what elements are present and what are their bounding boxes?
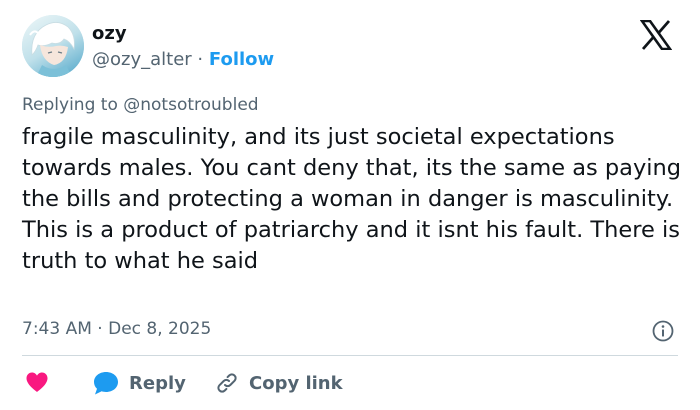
handle-line: @ozy_alter · Follow <box>92 48 274 72</box>
copy-link-button[interactable]: Copy link <box>215 368 343 398</box>
x-logo-icon[interactable] <box>640 20 672 50</box>
reply-bubble-icon <box>94 372 118 395</box>
handle-separator: · <box>197 49 204 70</box>
tweet-card: ozy @ozy_alter · Follow Replying to @not… <box>0 0 700 410</box>
timestamp[interactable]: 7:43 AM · Dec 8, 2025 <box>22 318 211 340</box>
tweet-time[interactable]: 7:43 AM <box>22 319 92 339</box>
heart-icon[interactable] <box>25 371 49 393</box>
tweet-text: fragile masculinity, and its just societ… <box>22 124 682 274</box>
follow-button[interactable]: Follow <box>209 49 274 70</box>
user-handle[interactable]: @ozy_alter <box>92 49 192 70</box>
avatar[interactable] <box>22 15 84 77</box>
anime-avatar-image <box>22 15 84 77</box>
link-icon <box>217 373 237 393</box>
reply-button[interactable]: Reply <box>92 368 186 398</box>
reply-label: Reply <box>129 372 186 394</box>
divider <box>22 355 678 356</box>
timestamp-separator: · <box>97 319 103 339</box>
replying-to: Replying to @notsotroubled <box>22 94 259 116</box>
action-bar: Reply Copy link <box>0 366 700 400</box>
info-icon[interactable] <box>652 320 674 342</box>
replying-to-label: Replying to <box>22 95 124 115</box>
tweet-date[interactable]: Dec 8, 2025 <box>108 319 211 339</box>
copy-link-label: Copy link <box>249 372 343 394</box>
replying-to-handle[interactable]: @notsotroubled <box>123 95 258 115</box>
display-name[interactable]: ozy <box>92 22 127 46</box>
